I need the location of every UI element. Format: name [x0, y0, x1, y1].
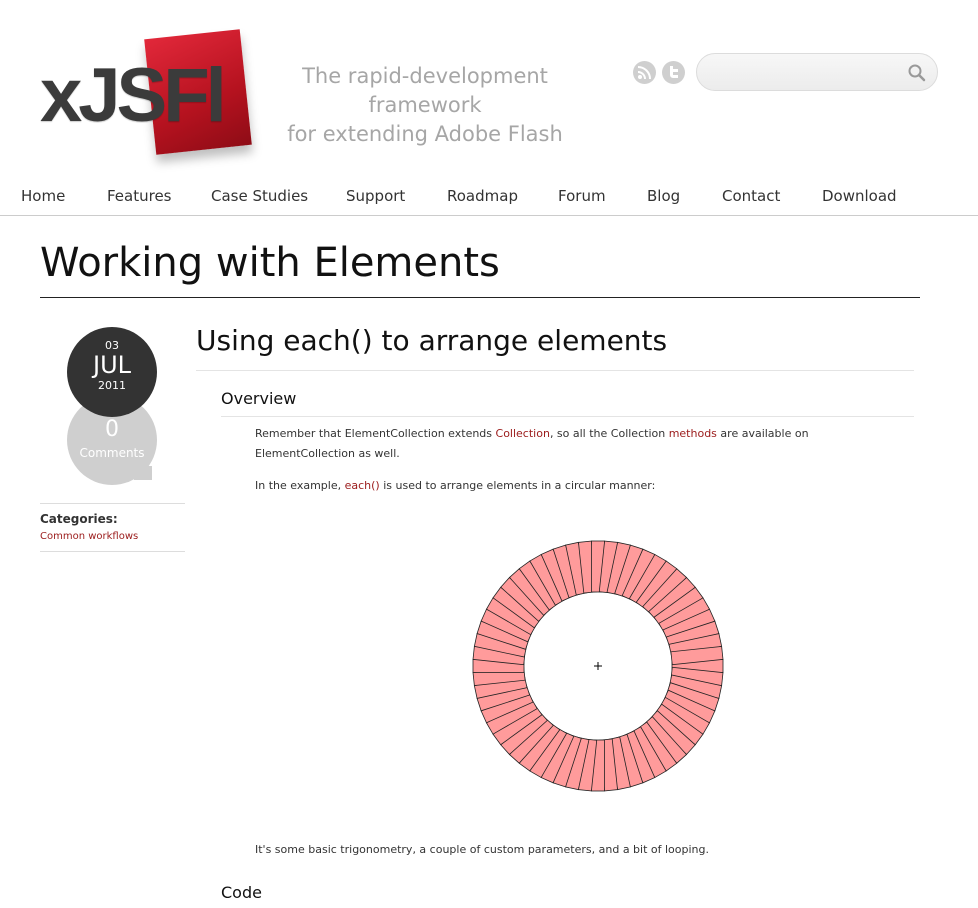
twitter-button[interactable]	[662, 61, 685, 84]
search-box	[696, 53, 938, 91]
page-title: Working with Elements	[40, 240, 500, 286]
search-icon	[908, 64, 926, 82]
tagline-line-1: The rapid-development framework	[302, 64, 548, 117]
date-month: JUL	[92, 351, 131, 379]
nav-contact[interactable]: Contact	[722, 187, 780, 205]
nav-support[interactable]: Support	[346, 187, 405, 205]
comments-label: Comments	[79, 446, 145, 460]
collection-link[interactable]: Collection	[496, 427, 550, 440]
rss-icon	[637, 66, 651, 80]
p1-text-d: ElementCollection as well.	[255, 447, 400, 460]
search-input[interactable]	[711, 62, 905, 84]
main-nav: Home Features Case Studies Support Roadm…	[0, 182, 978, 216]
site-logo[interactable]: xJSFl	[40, 29, 260, 162]
p2-text-a: In the example,	[255, 479, 345, 492]
nav-features[interactable]: Features	[107, 187, 172, 205]
overview-paragraph-2: In the example, each() is used to arrang…	[255, 476, 855, 496]
circular-arrangement-figure	[472, 540, 724, 792]
p2-text-b: is used to arrange elements in a circula…	[379, 479, 656, 492]
p1-text-c: are available on	[716, 427, 809, 440]
overview-paragraph-1: Remember that ElementCollection extends …	[255, 424, 855, 464]
title-divider	[40, 297, 920, 298]
nav-download[interactable]: Download	[822, 187, 897, 205]
categories-bottom-rule	[40, 551, 185, 552]
twitter-icon	[670, 66, 678, 78]
each-link[interactable]: each()	[345, 479, 380, 492]
search-button[interactable]	[907, 63, 927, 83]
categories-heading: Categories:	[40, 512, 118, 526]
post-title-divider	[196, 370, 914, 371]
logo-wordmark: xJSFl	[40, 53, 227, 138]
post-title: Using each() to arrange elements	[196, 324, 668, 357]
p1-text-b: , so all the Collection	[549, 427, 669, 440]
date-badge: 03 JUL 2011	[67, 327, 157, 417]
nav-roadmap[interactable]: Roadmap	[447, 187, 518, 205]
overview-paragraph-3: It's some basic trigonometry, a couple o…	[255, 843, 710, 856]
categories-top-rule	[40, 503, 185, 504]
overview-heading: Overview	[221, 389, 297, 408]
overview-divider	[221, 416, 914, 417]
date-year: 2011	[98, 379, 126, 392]
category-link[interactable]: Common workflows	[40, 531, 138, 542]
site-tagline: The rapid-development framework for exte…	[255, 62, 595, 149]
registration-crosshair	[594, 662, 602, 670]
nav-forum[interactable]: Forum	[558, 187, 606, 205]
nav-home[interactable]: Home	[21, 187, 65, 205]
code-heading: Code	[221, 883, 262, 902]
rss-button[interactable]	[633, 61, 656, 84]
nav-blog[interactable]: Blog	[647, 187, 680, 205]
nav-case-studies[interactable]: Case Studies	[211, 187, 308, 205]
p1-text-a: Remember that ElementCollection extends	[255, 427, 496, 440]
comments-count: 0	[105, 417, 119, 442]
methods-link[interactable]: methods	[669, 427, 717, 440]
tagline-line-2: for extending Adobe Flash	[287, 122, 563, 146]
